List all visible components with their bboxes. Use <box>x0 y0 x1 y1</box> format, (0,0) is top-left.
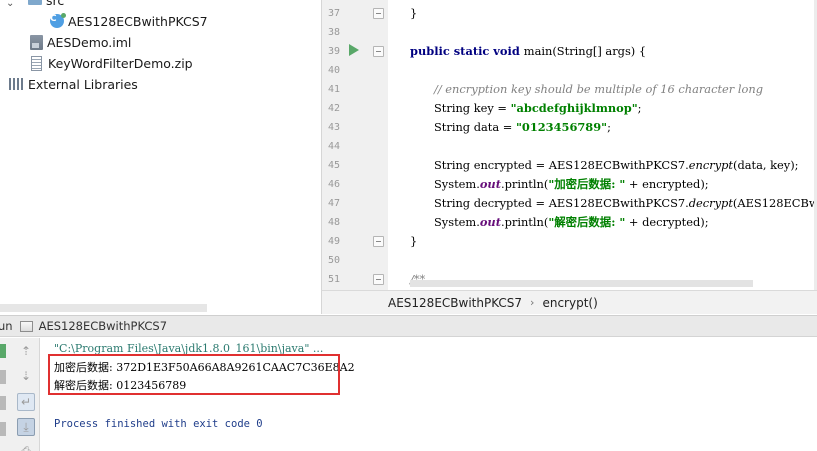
fold-marker-icon[interactable] <box>373 274 384 285</box>
line-number: 39 <box>327 46 340 57</box>
tree-item-label: src <box>46 0 65 8</box>
code-line-42: String key = "abcdefghijklmnop"; <box>434 101 642 115</box>
tree-item-class-file[interactable]: C AES128ECBwithPKCS7 <box>50 11 208 31</box>
run-config-name[interactable]: AES128ECBwithPKCS7 <box>39 319 167 333</box>
code-line-47: String decrypted = AES128ECBwithPKCS7.de… <box>434 196 817 210</box>
line-number: 46 <box>327 179 340 190</box>
print-icon[interactable]: ⎙ <box>17 442 35 451</box>
scroll-up-icon[interactable]: ⇡ <box>17 342 35 360</box>
code-line-49: } <box>410 234 418 248</box>
code-line-37: } <box>410 6 418 20</box>
console-exit-message: Process finished with exit code 0 <box>54 418 263 430</box>
code-line-43: String data = "0123456789"; <box>434 120 611 134</box>
pause-icon[interactable] <box>0 396 6 410</box>
editor-gutter[interactable]: 37 38 39 40 41 42 43 44 45 46 47 48 49 5… <box>322 0 388 290</box>
code-line-46: System.out.println("加密后数据: " + encrypted… <box>434 177 709 191</box>
tree-item-label: AES128ECBwithPKCS7 <box>68 13 208 29</box>
project-tree-panel: ⌄ src C AES128ECBwithPKCS7 AESDemo.iml K… <box>0 0 321 301</box>
line-number: 40 <box>327 65 340 76</box>
fold-marker-icon[interactable] <box>373 236 384 247</box>
run-gutter-icon[interactable] <box>349 44 359 56</box>
run-toolbar: ⇡ ⇣ ↵ ⤓ ⎙ <box>0 338 40 451</box>
tree-item-label: External Libraries <box>28 76 138 92</box>
zip-archive-icon <box>31 55 42 71</box>
editor-horizontal-scrollbar[interactable] <box>410 280 753 287</box>
run-tool-window-header: un AES128ECBwithPKCS7 <box>0 315 817 337</box>
tree-item-zip-file[interactable]: KeyWordFilterDemo.zip <box>31 53 193 73</box>
tree-item-label: KeyWordFilterDemo.zip <box>48 55 193 71</box>
chevron-down-icon[interactable]: ⌄ <box>6 0 14 9</box>
tree-item-iml-file[interactable]: AESDemo.iml <box>30 32 131 52</box>
stop-indicator-bar <box>0 344 6 358</box>
soft-wrap-icon[interactable]: ↵ <box>17 393 35 411</box>
code-line-48: System.out.println("解密后数据: " + decrypted… <box>434 215 709 229</box>
line-number: 38 <box>327 27 340 38</box>
tree-item-src[interactable]: ⌄ src <box>6 0 65 10</box>
scroll-to-end-icon[interactable]: ⤓ <box>17 418 35 436</box>
tree-item-label: AESDemo.iml <box>47 34 132 50</box>
line-number: 45 <box>327 160 340 171</box>
fold-marker-icon[interactable] <box>373 46 384 57</box>
dump-threads-icon[interactable] <box>0 422 6 436</box>
line-number: 42 <box>327 103 340 114</box>
code-editor[interactable]: 37 38 39 40 41 42 43 44 45 46 47 48 49 5… <box>321 0 817 290</box>
java-class-icon: C <box>50 13 66 28</box>
code-line-45: String encrypted = AES128ECBwithPKCS7.en… <box>434 158 799 172</box>
stop-icon[interactable] <box>0 370 6 384</box>
line-number: 47 <box>327 198 340 209</box>
folder-icon <box>28 0 42 5</box>
line-number: 37 <box>327 8 340 19</box>
tree-item-external-libraries[interactable]: External Libraries <box>9 74 138 94</box>
line-number: 48 <box>327 217 340 228</box>
run-tab-label[interactable]: un <box>0 319 13 333</box>
line-number: 41 <box>327 84 340 95</box>
breadcrumb-method[interactable]: encrypt() <box>542 296 597 310</box>
line-number: 44 <box>327 141 340 152</box>
breadcrumb-separator: › <box>530 296 535 309</box>
line-number: 51 <box>327 274 340 285</box>
line-number: 49 <box>327 236 340 247</box>
code-line-39: public static void main(String[] args) { <box>410 44 647 58</box>
tree-horizontal-scrollbar[interactable] <box>0 304 207 312</box>
libraries-icon <box>9 78 24 90</box>
breadcrumb: AES128ECBwithPKCS7 › encrypt() <box>321 290 817 314</box>
output-highlight-box <box>48 354 340 395</box>
module-file-icon <box>30 34 43 50</box>
scroll-down-icon[interactable]: ⇣ <box>17 367 35 385</box>
fold-marker-icon[interactable] <box>373 8 384 19</box>
run-config-icon <box>19 320 33 332</box>
code-line-41: // encryption key should be multiple of … <box>434 82 763 96</box>
breadcrumb-class[interactable]: AES128ECBwithPKCS7 <box>388 296 522 310</box>
line-number: 43 <box>327 122 340 133</box>
line-number: 50 <box>327 255 340 266</box>
